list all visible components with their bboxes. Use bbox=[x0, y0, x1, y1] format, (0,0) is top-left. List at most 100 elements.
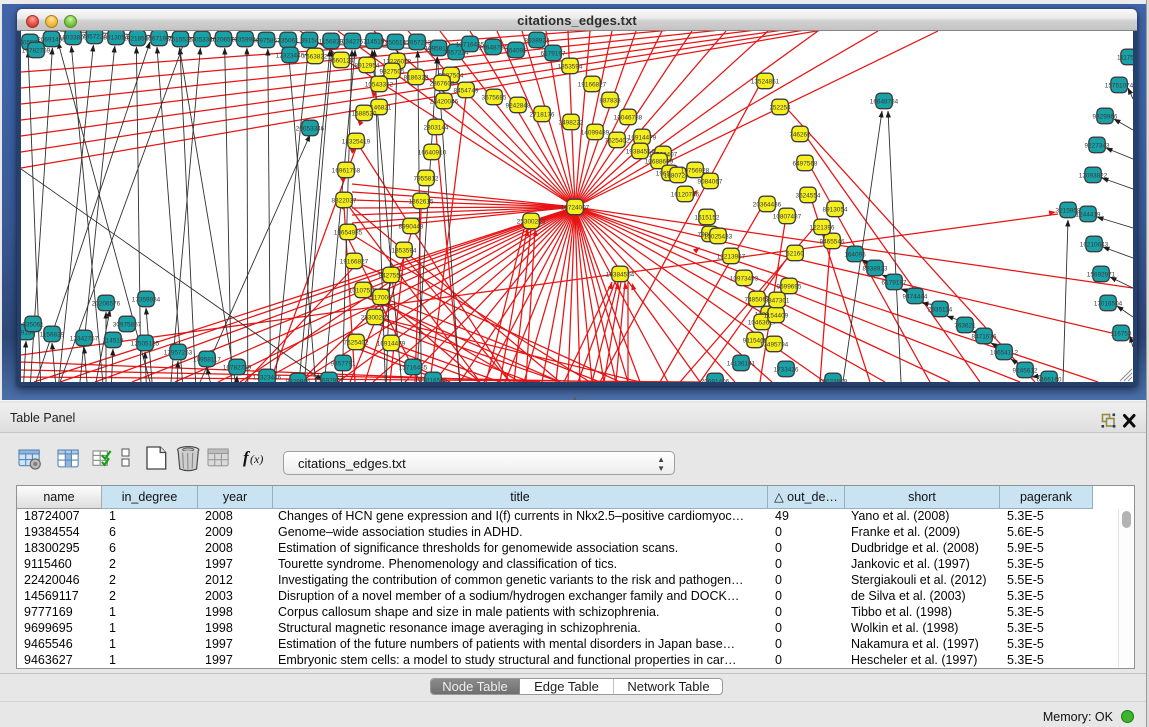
svg-text:9084067: 9084067 bbox=[698, 179, 723, 186]
svg-text:8660124: 8660124 bbox=[329, 58, 354, 65]
svg-text:6497568: 6497568 bbox=[793, 161, 818, 168]
svg-text:116753: 116753 bbox=[1111, 331, 1132, 338]
svg-text:9329966: 9329966 bbox=[286, 379, 311, 383]
svg-text:16640910: 16640910 bbox=[418, 150, 447, 157]
svg-text:39154: 39154 bbox=[301, 38, 319, 45]
svg-text:6179197: 6179197 bbox=[882, 280, 907, 287]
svg-text:417006: 417006 bbox=[370, 295, 392, 302]
svg-text:3624554: 3624554 bbox=[796, 193, 821, 200]
svg-text:9474444: 9474444 bbox=[903, 294, 928, 301]
svg-text:8322037: 8322037 bbox=[332, 198, 357, 205]
svg-text:10543362: 10543362 bbox=[365, 82, 394, 89]
svg-text:18724007: 18724007 bbox=[561, 205, 590, 212]
svg-text:9227343: 9227343 bbox=[1085, 143, 1110, 150]
svg-text:2935114: 2935114 bbox=[928, 307, 953, 314]
svg-text:12323446: 12323446 bbox=[253, 375, 282, 382]
svg-text:15692971: 15692971 bbox=[315, 378, 344, 383]
svg-text:30975867: 30975867 bbox=[113, 322, 142, 329]
svg-text:15751074: 15751074 bbox=[1105, 83, 1133, 90]
svg-text:8427552: 8427552 bbox=[379, 273, 404, 280]
svg-text:1154409: 1154409 bbox=[764, 313, 789, 320]
svg-text:1353594: 1353594 bbox=[558, 64, 583, 71]
svg-text:8471676: 8471676 bbox=[972, 334, 997, 341]
svg-text:164095: 164095 bbox=[844, 252, 866, 259]
svg-text:335061: 335061 bbox=[22, 322, 44, 329]
svg-text:19166827: 19166827 bbox=[578, 82, 607, 89]
svg-text:16210643: 16210643 bbox=[1080, 242, 1109, 249]
svg-text:13495794: 13495794 bbox=[760, 342, 789, 349]
svg-text:7625402: 7625402 bbox=[605, 138, 630, 145]
svg-text:25300203: 25300203 bbox=[361, 315, 390, 322]
svg-text:164095: 164095 bbox=[505, 48, 527, 55]
svg-text:8454749: 8454749 bbox=[454, 88, 479, 95]
svg-text:1615152: 1615152 bbox=[695, 215, 720, 222]
svg-text:1588520: 1588520 bbox=[352, 111, 377, 118]
svg-text:17957253: 17957253 bbox=[164, 350, 193, 357]
svg-text:20364436: 20364436 bbox=[753, 202, 782, 209]
svg-text:19654985: 19654985 bbox=[334, 230, 363, 237]
svg-text:1362615: 1362615 bbox=[409, 199, 434, 206]
svg-text:13524851: 13524851 bbox=[751, 79, 780, 86]
svg-text:6179197: 6179197 bbox=[541, 51, 566, 58]
svg-text:16033809: 16033809 bbox=[819, 379, 848, 383]
svg-text:17016504: 17016504 bbox=[419, 378, 448, 383]
svg-text:8938923: 8938923 bbox=[863, 266, 888, 273]
svg-text:62160: 62160 bbox=[786, 251, 804, 258]
svg-text:3675685: 3675685 bbox=[482, 95, 507, 102]
svg-text:20691406: 20691406 bbox=[701, 379, 730, 383]
svg-text:9242848: 9242848 bbox=[506, 103, 531, 110]
svg-text:3498222: 3498222 bbox=[559, 120, 584, 127]
svg-text:19384554: 19384554 bbox=[606, 272, 635, 279]
svg-text:12505135: 12505135 bbox=[131, 341, 160, 348]
svg-text:1353594: 1353594 bbox=[392, 248, 417, 255]
svg-text:9857791: 9857791 bbox=[331, 361, 356, 368]
svg-text:8938923: 8938923 bbox=[525, 38, 550, 45]
svg-text:9327505: 9327505 bbox=[380, 69, 405, 76]
svg-text:14099489: 14099489 bbox=[581, 130, 610, 137]
svg-text:9245612: 9245612 bbox=[1013, 368, 1038, 375]
svg-text:1221396: 1221396 bbox=[810, 225, 835, 232]
svg-text:16914479: 16914479 bbox=[377, 341, 406, 348]
svg-text:1156829: 1156829 bbox=[40, 332, 65, 339]
svg-text:12213967: 12213967 bbox=[717, 254, 746, 261]
svg-text:2367608: 2367608 bbox=[430, 81, 455, 88]
svg-text:12093822: 12093822 bbox=[1079, 173, 1108, 180]
svg-text:746266: 746266 bbox=[789, 132, 811, 139]
svg-text:17016504: 17016504 bbox=[1094, 301, 1123, 308]
svg-text:14136141: 14136141 bbox=[727, 361, 756, 368]
svg-text:1733426: 1733426 bbox=[774, 367, 799, 374]
svg-text:10958117: 10958117 bbox=[193, 357, 221, 364]
svg-text:763621: 763621 bbox=[954, 323, 976, 330]
svg-text:7663822: 7663822 bbox=[303, 54, 328, 61]
svg-text:8912954: 8912954 bbox=[355, 63, 380, 70]
svg-text:10046788: 10046788 bbox=[614, 115, 643, 122]
svg-text:16120746: 16120746 bbox=[671, 192, 700, 199]
svg-text:8913054: 8913054 bbox=[823, 207, 848, 214]
svg-text:114519: 114519 bbox=[103, 338, 124, 345]
svg-text:22420046: 22420046 bbox=[430, 99, 459, 106]
svg-text:16914479: 16914479 bbox=[628, 135, 657, 142]
svg-text:19166827: 19166827 bbox=[340, 259, 369, 266]
svg-text:9847301: 9847301 bbox=[765, 298, 790, 305]
svg-text:13716485: 13716485 bbox=[399, 365, 428, 372]
svg-text:8186328: 8186328 bbox=[404, 75, 429, 82]
svg-text:2718176: 2718176 bbox=[530, 112, 555, 119]
svg-text:16648784: 16648784 bbox=[479, 45, 508, 52]
svg-text:20206576: 20206576 bbox=[92, 301, 121, 308]
svg-text:7625402: 7625402 bbox=[344, 340, 369, 347]
svg-text:10688609: 10688609 bbox=[645, 159, 674, 166]
svg-text:9465546: 9465546 bbox=[820, 239, 845, 246]
svg-text:10654112: 10654112 bbox=[990, 350, 1018, 357]
svg-text:8990448: 8990448 bbox=[399, 224, 424, 231]
svg-text:1117536: 1117536 bbox=[1117, 55, 1133, 62]
svg-text:9329966: 9329966 bbox=[1093, 114, 1118, 121]
svg-text:16782759: 16782759 bbox=[223, 365, 252, 372]
svg-text:7955812: 7955812 bbox=[414, 176, 439, 183]
svg-text:2803144: 2803144 bbox=[424, 125, 449, 132]
svg-text:25300203: 25300203 bbox=[517, 219, 546, 226]
svg-text:12323446: 12323446 bbox=[276, 53, 305, 60]
svg-text:252254: 252254 bbox=[769, 105, 791, 112]
svg-text:10807487: 10807487 bbox=[773, 214, 802, 221]
svg-text:6466160: 6466160 bbox=[1037, 377, 1062, 383]
svg-text:12342757: 12342757 bbox=[70, 336, 99, 343]
